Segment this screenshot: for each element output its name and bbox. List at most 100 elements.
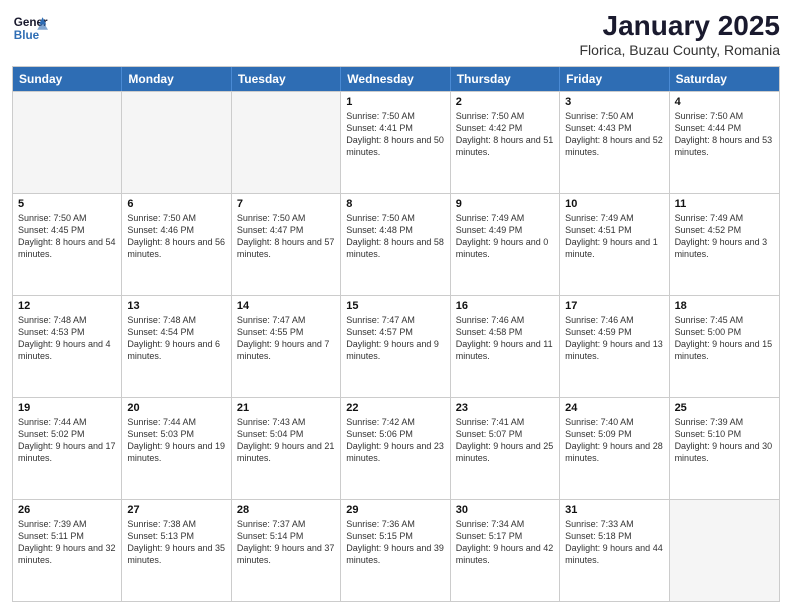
cal-cell: [670, 500, 779, 601]
cal-cell: 27Sunrise: 7:38 AM Sunset: 5:13 PM Dayli…: [122, 500, 231, 601]
logo: General Blue: [12, 10, 48, 46]
week-row-5: 26 Sunrise: 7:39 AM Sunset: 5:11 PM Dayli…: [13, 499, 779, 601]
header-cell-monday: Monday: [122, 67, 231, 91]
day-number: 8: [346, 198, 444, 210]
cal-cell: 7 Sunrise: 7:50 AM Sunset: 4:47 PM Daylig…: [232, 194, 341, 295]
cal-cell: 25 Sunrise: 7:39 AM Sunset: 5:10 PM Dayli…: [670, 398, 779, 499]
cal-cell: 12Sunrise: 7:48 AM Sunset: 4:53 PM Dayli…: [13, 296, 122, 397]
cell-info: Sunrise: 7:50 AM Sunset: 4:44 PM Dayligh…: [675, 110, 774, 159]
cell-info: Sunrise: 7:33 AM Sunset: 5:18 PM Dayligh…: [565, 518, 663, 567]
cal-cell: 14Sunrise: 7:47 AM Sunset: 4:55 PM Dayli…: [232, 296, 341, 397]
cal-cell: 19 Sunrise: 7:44 AM Sunset: 5:02 PM Dayli…: [13, 398, 122, 499]
cell-info: Sunrise: 7:47 AM Sunset: 4:57 PM Dayligh…: [346, 314, 444, 363]
day-number: 15: [346, 300, 444, 312]
day-number: 2: [456, 96, 554, 108]
header-cell-thursday: Thursday: [451, 67, 560, 91]
cell-info: Sunrise: 7:34 AM Sunset: 5:17 PM Dayligh…: [456, 518, 554, 567]
cal-cell: 10 Sunrise: 7:49 AM Sunset: 4:51 PM Dayli…: [560, 194, 669, 295]
day-number: 4: [675, 96, 774, 108]
cal-cell: 1Sunrise: 7:50 AM Sunset: 4:41 PM Daylig…: [341, 92, 450, 193]
page: General Blue January 2025 Florica, Buzau…: [0, 0, 792, 612]
cell-info: Sunrise: 7:50 AM Sunset: 4:43 PM Dayligh…: [565, 110, 663, 159]
cal-cell: 28 Sunrise: 7:37 AM Sunset: 5:14 PM Dayli…: [232, 500, 341, 601]
week-row-3: 12Sunrise: 7:48 AM Sunset: 4:53 PM Dayli…: [13, 295, 779, 397]
cal-cell: 18 Sunrise: 7:45 AM Sunset: 5:00 PM Dayli…: [670, 296, 779, 397]
cell-info: Sunrise: 7:43 AM Sunset: 5:04 PM Dayligh…: [237, 416, 335, 465]
cal-cell: 29 Sunrise: 7:36 AM Sunset: 5:15 PM Dayli…: [341, 500, 450, 601]
day-number: 29: [346, 504, 444, 516]
week-row-4: 19 Sunrise: 7:44 AM Sunset: 5:02 PM Dayli…: [13, 397, 779, 499]
header-cell-sunday: Sunday: [13, 67, 122, 91]
day-number: 10: [565, 198, 663, 210]
cal-cell: 31 Sunrise: 7:33 AM Sunset: 5:18 PM Dayli…: [560, 500, 669, 601]
day-number: 25: [675, 402, 774, 414]
week-row-1: 1Sunrise: 7:50 AM Sunset: 4:41 PM Daylig…: [13, 91, 779, 193]
cal-cell: 15 Sunrise: 7:47 AM Sunset: 4:57 PM Dayli…: [341, 296, 450, 397]
calendar-body: 1Sunrise: 7:50 AM Sunset: 4:41 PM Daylig…: [13, 91, 779, 601]
cal-cell: [122, 92, 231, 193]
cell-info: Sunrise: 7:39 AM Sunset: 5:10 PM Dayligh…: [675, 416, 774, 465]
cal-cell: 21 Sunrise: 7:43 AM Sunset: 5:04 PM Dayli…: [232, 398, 341, 499]
cal-cell: 8 Sunrise: 7:50 AM Sunset: 4:48 PM Daylig…: [341, 194, 450, 295]
header-cell-friday: Friday: [560, 67, 669, 91]
cell-info: Sunrise: 7:46 AM Sunset: 4:59 PM Dayligh…: [565, 314, 663, 363]
day-number: 26: [18, 504, 116, 516]
cal-cell: [232, 92, 341, 193]
day-number: 19: [18, 402, 116, 414]
cal-cell: [13, 92, 122, 193]
cell-info: Sunrise: 7:38 AM Sunset: 5:13 PM Dayligh…: [127, 518, 225, 567]
cell-info: Sunrise: 7:50 AM Sunset: 4:47 PM Dayligh…: [237, 212, 335, 261]
day-number: 17: [565, 300, 663, 312]
cell-info: Sunrise: 7:36 AM Sunset: 5:15 PM Dayligh…: [346, 518, 444, 567]
day-number: 3: [565, 96, 663, 108]
cell-info: Sunrise: 7:45 AM Sunset: 5:00 PM Dayligh…: [675, 314, 774, 363]
cal-cell: 24Sunrise: 7:40 AM Sunset: 5:09 PM Dayli…: [560, 398, 669, 499]
day-number: 18: [675, 300, 774, 312]
day-number: 28: [237, 504, 335, 516]
subtitle: Florica, Buzau County, Romania: [580, 42, 781, 58]
header-cell-wednesday: Wednesday: [341, 67, 450, 91]
day-number: 9: [456, 198, 554, 210]
day-number: 6: [127, 198, 225, 210]
day-number: 12: [18, 300, 116, 312]
cell-info: Sunrise: 7:50 AM Sunset: 4:41 PM Dayligh…: [346, 110, 444, 159]
day-number: 24: [565, 402, 663, 414]
cal-cell: 6Sunrise: 7:50 AM Sunset: 4:46 PM Daylig…: [122, 194, 231, 295]
cal-cell: 16Sunrise: 7:46 AM Sunset: 4:58 PM Dayli…: [451, 296, 560, 397]
cell-info: Sunrise: 7:42 AM Sunset: 5:06 PM Dayligh…: [346, 416, 444, 465]
cell-info: Sunrise: 7:39 AM Sunset: 5:11 PM Dayligh…: [18, 518, 116, 567]
cell-info: Sunrise: 7:48 AM Sunset: 4:54 PM Dayligh…: [127, 314, 225, 363]
cell-info: Sunrise: 7:44 AM Sunset: 5:02 PM Dayligh…: [18, 416, 116, 465]
cal-cell: 11 Sunrise: 7:49 AM Sunset: 4:52 PM Dayli…: [670, 194, 779, 295]
svg-text:Blue: Blue: [14, 29, 40, 42]
month-title: January 2025: [580, 10, 781, 42]
day-number: 11: [675, 198, 774, 210]
header: General Blue January 2025 Florica, Buzau…: [12, 10, 780, 58]
cal-cell: 4 Sunrise: 7:50 AM Sunset: 4:44 PM Daylig…: [670, 92, 779, 193]
logo-icon: General Blue: [12, 10, 48, 46]
week-row-2: 5Sunrise: 7:50 AM Sunset: 4:45 PM Daylig…: [13, 193, 779, 295]
cell-info: Sunrise: 7:47 AM Sunset: 4:55 PM Dayligh…: [237, 314, 335, 363]
day-number: 21: [237, 402, 335, 414]
cell-info: Sunrise: 7:49 AM Sunset: 4:52 PM Dayligh…: [675, 212, 774, 261]
cell-info: Sunrise: 7:50 AM Sunset: 4:42 PM Dayligh…: [456, 110, 554, 159]
cal-cell: 2 Sunrise: 7:50 AM Sunset: 4:42 PM Daylig…: [451, 92, 560, 193]
cell-info: Sunrise: 7:46 AM Sunset: 4:58 PM Dayligh…: [456, 314, 554, 363]
cell-info: Sunrise: 7:37 AM Sunset: 5:14 PM Dayligh…: [237, 518, 335, 567]
day-number: 23: [456, 402, 554, 414]
cal-cell: 9Sunrise: 7:49 AM Sunset: 4:49 PM Daylig…: [451, 194, 560, 295]
calendar-header: SundayMondayTuesdayWednesdayThursdayFrid…: [13, 67, 779, 91]
day-number: 31: [565, 504, 663, 516]
cal-cell: 5Sunrise: 7:50 AM Sunset: 4:45 PM Daylig…: [13, 194, 122, 295]
cell-info: Sunrise: 7:41 AM Sunset: 5:07 PM Dayligh…: [456, 416, 554, 465]
cal-cell: 13 Sunrise: 7:48 AM Sunset: 4:54 PM Dayli…: [122, 296, 231, 397]
day-number: 13: [127, 300, 225, 312]
day-number: 7: [237, 198, 335, 210]
calendar: SundayMondayTuesdayWednesdayThursdayFrid…: [12, 66, 780, 602]
cell-info: Sunrise: 7:49 AM Sunset: 4:51 PM Dayligh…: [565, 212, 663, 261]
cal-cell: 30 Sunrise: 7:34 AM Sunset: 5:17 PM Dayli…: [451, 500, 560, 601]
cell-info: Sunrise: 7:50 AM Sunset: 4:48 PM Dayligh…: [346, 212, 444, 261]
cal-cell: 17 Sunrise: 7:46 AM Sunset: 4:59 PM Dayli…: [560, 296, 669, 397]
day-number: 30: [456, 504, 554, 516]
cal-cell: 20Sunrise: 7:44 AM Sunset: 5:03 PM Dayli…: [122, 398, 231, 499]
